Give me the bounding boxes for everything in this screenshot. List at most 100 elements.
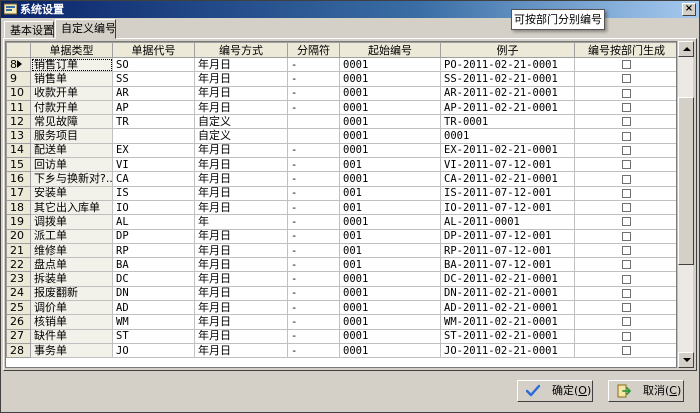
table-row[interactable]: 27 缺件单 ST 年月日 -0001 ST-2011-02-21-0001 bbox=[6, 328, 676, 344]
cell-example[interactable]: DC-2011-02-21-0001 bbox=[440, 271, 575, 287]
by-department-checkbox[interactable] bbox=[622, 317, 631, 327]
row-number[interactable]: 15 bbox=[6, 157, 31, 173]
cell-doc-type[interactable]: 收款开单 bbox=[30, 85, 113, 101]
row-number[interactable]: 16 bbox=[6, 171, 31, 187]
by-department-checkbox[interactable] bbox=[622, 288, 631, 298]
cell-number-method[interactable]: 年月日 bbox=[194, 85, 288, 101]
cell-start-number[interactable]: 0001 bbox=[339, 300, 441, 316]
cell-separator[interactable]: - bbox=[287, 85, 340, 101]
cell-doc-type[interactable]: 盘点单 bbox=[30, 257, 113, 273]
cell-number-method[interactable]: 年月日 bbox=[194, 342, 288, 359]
cell-start-number[interactable]: 0001 bbox=[339, 114, 441, 130]
cell-example[interactable]: JO-2011-02-21-0001 bbox=[440, 342, 575, 359]
cell-doc-code[interactable]: TR bbox=[112, 114, 195, 130]
row-number[interactable]: 9 bbox=[6, 71, 31, 87]
cell-separator[interactable]: - bbox=[287, 157, 340, 173]
row-number[interactable]: 26 bbox=[6, 314, 31, 330]
cell-example[interactable]: AD-2011-02-21-0001 bbox=[440, 300, 575, 316]
cell-separator[interactable]: - bbox=[287, 342, 340, 359]
cell-doc-type[interactable]: 下乡与换新对?.. bbox=[30, 171, 113, 187]
cell-doc-type[interactable]: 配送单 bbox=[30, 142, 113, 159]
cell-doc-code[interactable]: WM bbox=[112, 314, 195, 330]
cell-number-method[interactable]: 年月日 bbox=[194, 285, 288, 302]
tab-basic-settings[interactable]: 基本设置 bbox=[4, 21, 54, 38]
cell-separator[interactable]: - bbox=[287, 214, 340, 230]
cell-example[interactable]: VI-2011-07-12-001 bbox=[440, 157, 575, 173]
row-number[interactable]: 27 bbox=[6, 328, 31, 344]
cell-separator[interactable]: - bbox=[287, 199, 340, 216]
cell-doc-type[interactable]: 调拨单 bbox=[30, 214, 113, 230]
cell-number-method[interactable]: 年 bbox=[194, 214, 288, 230]
cell-example[interactable]: DP-2011-07-12-001 bbox=[440, 228, 575, 244]
table-row[interactable]: 23 拆装单 DC 年月日 -0001 DC-2011-02-21-0001 bbox=[6, 271, 676, 287]
cell-doc-code[interactable]: DC bbox=[112, 271, 195, 287]
table-row[interactable]: 13 服务项目 自定义 0001 0001 bbox=[6, 128, 676, 144]
by-department-checkbox[interactable] bbox=[622, 346, 631, 356]
cell-example[interactable]: EX-2011-02-21-0001 bbox=[440, 142, 575, 159]
table-row[interactable]: 9 销售单 SS 年月日 -0001 SS-2011-02-21-0001 bbox=[6, 71, 676, 87]
cell-doc-type[interactable]: 报废翻新 bbox=[30, 285, 113, 302]
cell-separator[interactable] bbox=[287, 128, 340, 144]
by-department-checkbox[interactable] bbox=[622, 74, 631, 84]
cell-doc-code[interactable]: VI bbox=[112, 157, 195, 173]
cell-number-method[interactable]: 年月日 bbox=[194, 99, 288, 116]
cell-separator[interactable]: - bbox=[287, 257, 340, 273]
table-row[interactable]: 12 常见故障 TR 自定义 0001 TR-0001 bbox=[6, 114, 676, 130]
by-department-checkbox[interactable] bbox=[622, 246, 631, 255]
cell-start-number[interactable]: 001 bbox=[339, 257, 441, 273]
cell-doc-type[interactable]: 核销单 bbox=[30, 314, 113, 330]
row-number[interactable]: 12 bbox=[6, 114, 31, 130]
table-row[interactable]: 17 安装单 IS 年月日 -001 IS-2011-07-12-001 bbox=[6, 185, 676, 201]
by-department-checkbox[interactable] bbox=[622, 145, 631, 155]
cell-doc-type[interactable]: 其它出入库单 bbox=[30, 199, 113, 216]
cell-start-number[interactable]: 001 bbox=[339, 228, 441, 244]
by-department-checkbox[interactable] bbox=[622, 88, 631, 98]
cell-doc-type[interactable]: 派工单 bbox=[30, 228, 113, 244]
cancel-button[interactable]: 取消(C) bbox=[608, 380, 684, 402]
cell-doc-code[interactable]: IS bbox=[112, 185, 195, 201]
cell-example[interactable]: CA-2011-02-21-0001 bbox=[440, 171, 575, 187]
column-header-doc-type[interactable]: 单据类型 bbox=[30, 42, 113, 58]
table-row[interactable]: 15 回访单 VI 年月日 -001 VI-2011-07-12-001 bbox=[6, 157, 676, 173]
by-department-checkbox[interactable] bbox=[622, 117, 631, 127]
cell-example[interactable]: SS-2011-02-21-0001 bbox=[440, 71, 575, 87]
cell-number-method[interactable]: 年月日 bbox=[194, 56, 288, 73]
row-number[interactable]: 18 bbox=[6, 199, 31, 216]
cell-example[interactable]: 0001 bbox=[440, 128, 575, 144]
row-number[interactable]: 25 bbox=[6, 300, 31, 316]
cell-start-number[interactable]: 0001 bbox=[339, 285, 441, 302]
cell-example[interactable]: AL-2011-0001 bbox=[440, 214, 575, 230]
cell-doc-type[interactable]: 事务单 bbox=[30, 342, 113, 359]
table-row[interactable]: 14 配送单 EX 年月日 -0001 EX-2011-02-21-0001 bbox=[6, 142, 676, 159]
cell-example[interactable]: DN-2011-02-21-0001 bbox=[440, 285, 575, 302]
cell-separator[interactable]: - bbox=[287, 185, 340, 201]
row-number[interactable]: 21 bbox=[6, 242, 31, 259]
table-row[interactable]: 10 收款开单 AR 年月日 -0001 AR-2011-02-21-0001 bbox=[6, 85, 676, 101]
scrollbar-thumb[interactable] bbox=[678, 97, 694, 265]
cell-example[interactable]: WM-2011-02-21-0001 bbox=[440, 314, 575, 330]
cell-doc-type[interactable]: 回访单 bbox=[30, 157, 113, 173]
row-number[interactable]: 8 bbox=[6, 56, 31, 73]
cell-number-method[interactable]: 年月日 bbox=[194, 300, 288, 316]
row-number[interactable]: 23 bbox=[6, 271, 31, 287]
row-number[interactable]: 11 bbox=[6, 99, 31, 116]
cell-example[interactable]: AP-2011-02-21-0001 bbox=[440, 99, 575, 116]
by-department-checkbox[interactable] bbox=[622, 188, 631, 198]
table-row[interactable]: 18 其它出入库单 IO 年月日 -001 IO-2011-07-12-001 bbox=[6, 199, 676, 216]
cell-doc-code[interactable]: AP bbox=[112, 99, 195, 116]
cell-number-method[interactable]: 年月日 bbox=[194, 199, 288, 216]
cell-start-number[interactable]: 0001 bbox=[339, 71, 441, 87]
table-row[interactable]: 28 事务单 JO 年月日 -0001 JO-2011-02-21-0001 bbox=[6, 342, 676, 359]
cell-number-method[interactable]: 年月日 bbox=[194, 328, 288, 344]
table-row[interactable]: 24 报废翻新 DN 年月日 -0001 DN-2011-02-21-0001 bbox=[6, 285, 676, 302]
by-department-checkbox[interactable] bbox=[622, 331, 631, 341]
cell-doc-code[interactable]: IO bbox=[112, 199, 195, 216]
cell-doc-type[interactable]: 付款开单 bbox=[30, 99, 113, 116]
cell-doc-type[interactable]: 常见故障 bbox=[30, 114, 113, 130]
cell-start-number[interactable]: 0001 bbox=[339, 328, 441, 344]
cell-doc-type[interactable]: 安装单 bbox=[30, 185, 113, 201]
cell-start-number[interactable]: 001 bbox=[339, 185, 441, 201]
by-department-checkbox[interactable] bbox=[622, 231, 631, 241]
column-header-separator[interactable]: 分隔符 bbox=[287, 42, 340, 58]
row-number[interactable]: 20 bbox=[6, 228, 31, 244]
